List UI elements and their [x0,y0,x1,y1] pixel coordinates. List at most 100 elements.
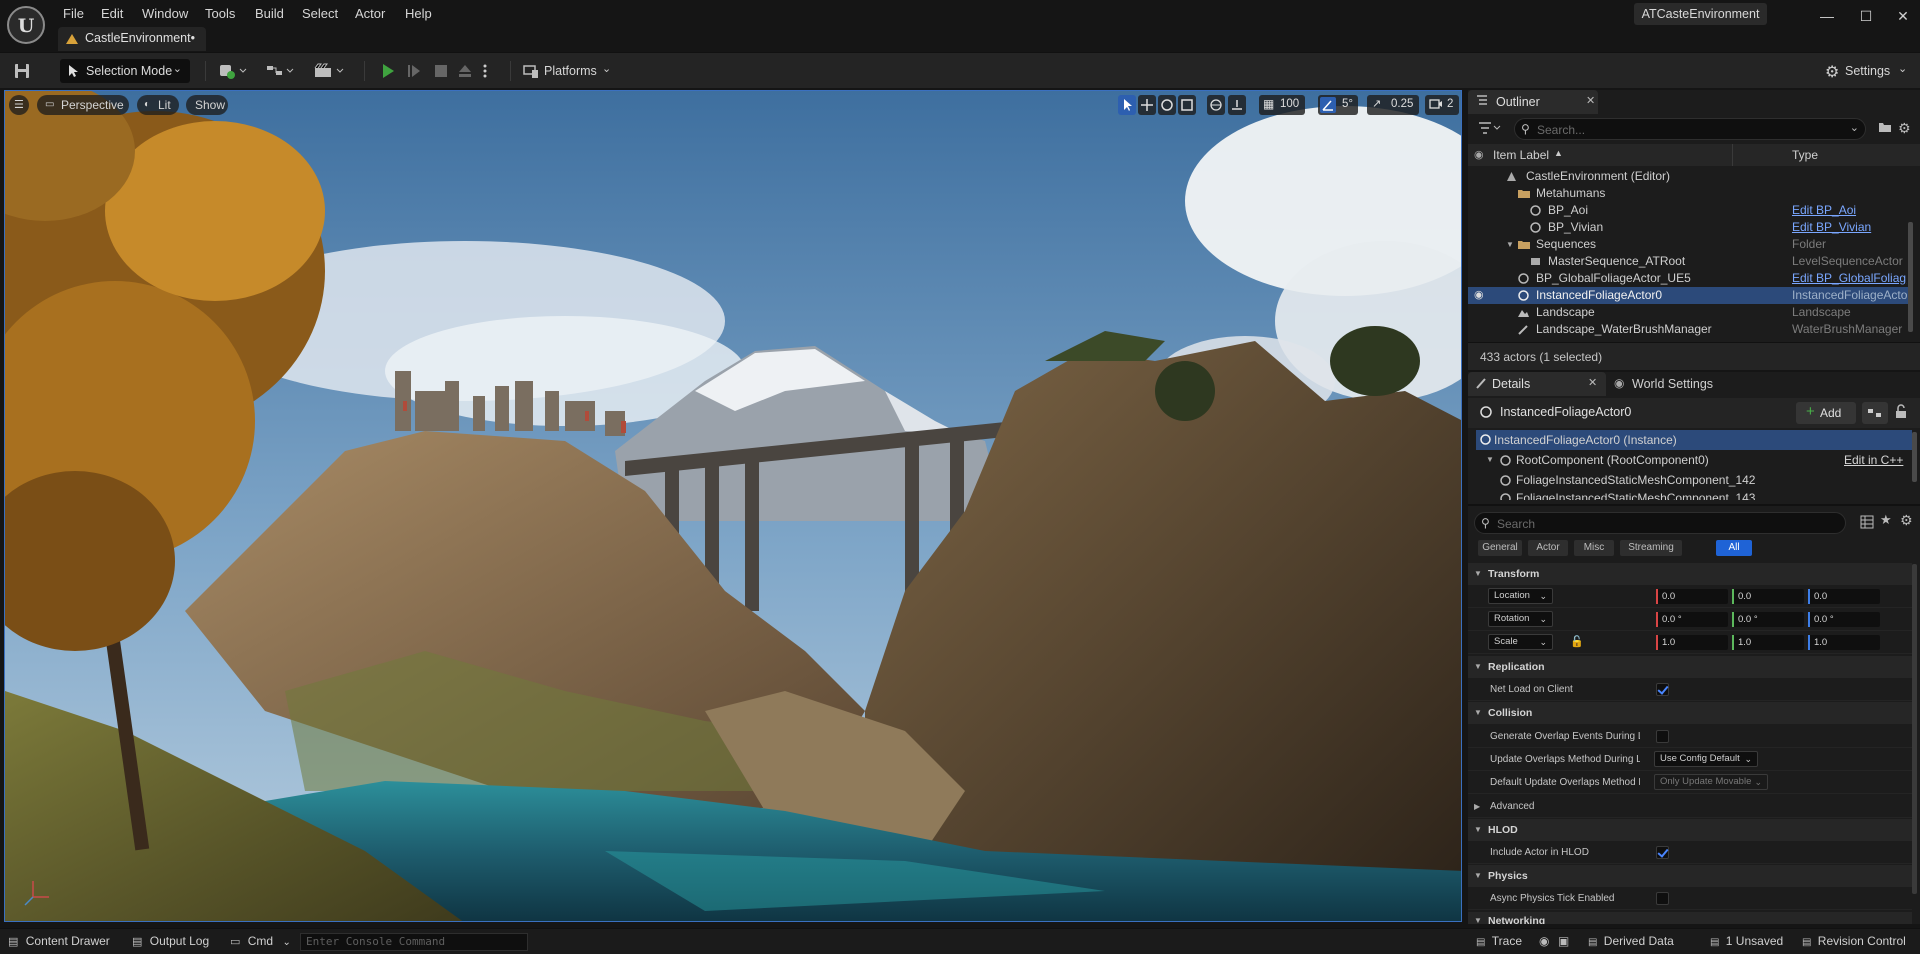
perspective-dropdown[interactable]: ▭ Perspective [37,95,129,115]
viewport-menu-icon[interactable]: ☰ [9,95,29,115]
step-icon[interactable] [405,59,425,83]
expand-triangle-icon[interactable]: ▼ [1486,450,1494,470]
menu-item-tools[interactable]: Tools [201,4,239,24]
visibility-eye-icon[interactable]: ◉ [1474,287,1484,304]
outliner-search-input[interactable]: ⚲ Search... ⌄ [1514,118,1866,140]
content-drawer-button[interactable]: ▤ Content Drawer [8,934,110,948]
play-options-icon[interactable] [482,59,494,83]
outliner-tab[interactable]: Outliner ✕ [1468,90,1598,114]
replication-section-header[interactable]: ▼ Replication [1468,656,1912,678]
menu-item-window[interactable]: Window [138,4,192,24]
blueprint-convert-icon[interactable] [1862,402,1888,424]
details-tab[interactable]: Details ✕ [1468,372,1606,396]
close-icon[interactable]: ✕ [1588,376,1597,389]
rotation-z-field[interactable]: 0.0 ° [1808,612,1880,627]
menu-item-file[interactable]: File [59,4,88,24]
outliner-scrollbar[interactable] [1908,222,1913,332]
location-x-field[interactable]: 0.0 [1656,589,1728,604]
revision-control-button[interactable]: ▤ Revision Control [1802,934,1906,948]
star-icon[interactable]: ★ [1880,512,1894,528]
generate-overlap-checkbox[interactable] [1656,730,1669,743]
async-physics-checkbox[interactable] [1656,892,1669,905]
category-all-button[interactable]: All [1716,540,1752,556]
tree-row[interactable]: Landscape Landscape [1468,304,1912,321]
gear-icon[interactable]: ⚙ [1898,120,1914,136]
scale-z-field[interactable]: 1.0 [1808,635,1880,650]
close-window-icon[interactable]: ✕ [1893,6,1913,26]
scale-x-field[interactable]: 1.0 [1656,635,1728,650]
save-icon[interactable] [13,59,33,83]
translate-tool-icon[interactable] [1138,95,1156,115]
type-column[interactable]: Type [1792,148,1818,162]
screenshot-icon[interactable]: ▣ [1558,934,1569,948]
trace-button[interactable]: ▤ Trace [1476,934,1522,948]
rotation-dropdown[interactable]: Rotation ⌄ [1488,611,1553,627]
cmd-dropdown[interactable]: ▭ Cmd ⌄ [230,934,291,948]
eject-icon[interactable] [456,59,476,83]
rotation-snap-toggle[interactable]: 5° [1318,95,1358,115]
gear-icon[interactable]: ⚙ [1900,512,1914,528]
menu-item-select[interactable]: Select [298,4,342,24]
add-actor-icon[interactable] [218,59,250,83]
scale-tool-icon[interactable] [1178,95,1196,115]
location-y-field[interactable]: 0.0 [1732,589,1804,604]
category-misc-button[interactable]: Misc [1574,540,1614,556]
level-viewport[interactable]: ☰ ▭ Perspective ◐ Lit Show ▦ 100 5° ↗ 0. [4,90,1462,922]
world-settings-tab[interactable]: ◉ World Settings [1608,372,1738,396]
menu-item-help[interactable]: Help [401,4,436,24]
scale-snap-toggle[interactable]: ↗ 0.25 [1367,95,1419,115]
tree-row[interactable]: BP_GlobalFoliageActor_UE5 Edit BP_Global… [1468,270,1912,287]
tree-row[interactable]: CastleEnvironment (Editor) [1468,168,1912,185]
show-dropdown[interactable]: Show [186,95,228,115]
component-row[interactable]: FoliageInstancedStaticMeshComponent_143 [1476,488,1912,500]
tree-row-selected[interactable]: ◉ InstancedFoliageActor0 InstancedFoliag… [1468,287,1912,304]
derived-data-button[interactable]: ▤ Derived Data [1588,934,1674,948]
table-view-icon[interactable] [1860,515,1874,529]
hlod-section-header[interactable]: ▼ HLOD [1468,819,1912,841]
play-icon[interactable] [379,59,399,83]
output-log-button[interactable]: ▤ Output Log [132,934,209,948]
scale-dropdown[interactable]: Scale ⌄ [1488,634,1553,650]
components-scrollbar[interactable] [1912,432,1917,482]
networking-section-header[interactable]: ▼ Networking [1468,912,1912,924]
rotation-x-field[interactable]: 0.0 ° [1656,612,1728,627]
minimize-icon[interactable]: — [1817,6,1837,26]
grid-snap-toggle[interactable]: ▦ 100 [1259,95,1305,115]
details-scrollbar[interactable] [1912,564,1917,894]
settings-button[interactable]: ⚙ Settings ⌄ [1825,59,1909,83]
selection-mode-dropdown[interactable]: Selection Mode ⌄ [60,59,190,83]
coordinate-space-icon[interactable] [1207,95,1225,115]
platforms-button[interactable]: Platforms ⌄ [523,59,613,83]
scale-y-field[interactable]: 1.0 [1732,635,1804,650]
actor-name[interactable]: InstancedFoliageActor0 [1500,405,1631,419]
transform-section-header[interactable]: ▼ Transform [1468,563,1912,585]
update-overlaps-dropdown[interactable]: Use Config Default ⌄ [1654,751,1758,767]
rotation-y-field[interactable]: 0.0 ° [1732,612,1804,627]
filter-icon[interactable] [1478,120,1502,138]
tree-row[interactable]: Landscape_WaterBrushManager WaterBrushMa… [1468,321,1912,338]
component-row[interactable]: FoliageInstancedStaticMeshComponent_142 [1476,470,1912,490]
collision-section-header[interactable]: ▼ Collision [1468,702,1912,724]
item-label-column[interactable]: Item Label [1493,148,1549,162]
camera-speed-button[interactable]: 2 [1425,95,1459,115]
stop-icon[interactable] [432,59,452,83]
menu-item-edit[interactable]: Edit [97,4,127,24]
expand-triangle-icon[interactable]: ▼ [1506,236,1514,253]
rotate-tool-icon[interactable] [1158,95,1176,115]
component-row[interactable]: ▼ RootComponent (RootComponent0) Edit in… [1476,450,1912,470]
include-hlod-checkbox[interactable] [1656,846,1669,859]
details-search-input[interactable]: ⚲ Search [1474,512,1846,534]
tree-row[interactable]: BP_Aoi Edit BP_Aoi [1468,202,1912,219]
advanced-row[interactable]: ▶ Advanced [1468,795,1912,818]
maximize-icon[interactable]: ☐ [1856,6,1876,26]
document-tab[interactable]: CastleEnvironment• [58,27,206,51]
surface-snap-icon[interactable] [1228,95,1246,115]
unsaved-button[interactable]: ▤ 1 Unsaved [1710,934,1783,948]
record-icon[interactable]: ◉ [1539,934,1549,948]
select-tool-icon[interactable] [1118,95,1136,115]
menu-item-build[interactable]: Build [251,4,288,24]
blueprint-icon[interactable] [265,59,297,83]
tree-row[interactable]: BP_Vivian Edit BP_Vivian [1468,219,1912,236]
menu-item-actor[interactable]: Actor [351,4,389,24]
close-icon[interactable]: ✕ [1586,94,1595,107]
